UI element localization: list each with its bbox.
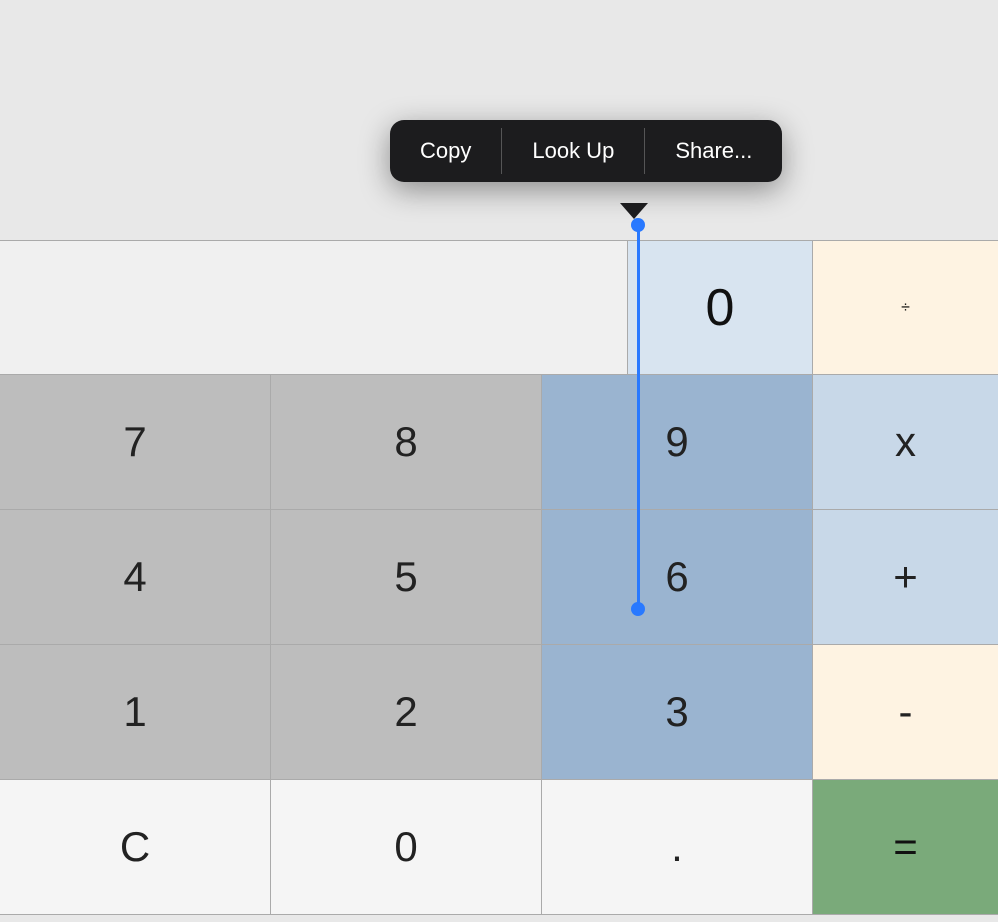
selection-handle-top[interactable]: [631, 218, 645, 232]
button-1[interactable]: 1: [0, 645, 271, 779]
display-zero-cell: 0: [628, 241, 813, 374]
row-123: 1 2 3 -: [0, 645, 998, 780]
button-5[interactable]: 5: [271, 510, 542, 644]
display-row: 0 ÷: [0, 240, 998, 375]
button-add[interactable]: +: [813, 510, 998, 644]
button-multiply[interactable]: x: [813, 375, 998, 509]
display-value: 0: [706, 278, 735, 338]
context-menu-lookup[interactable]: Look Up: [502, 120, 644, 182]
divide-operator: ÷: [901, 299, 910, 317]
button-equals[interactable]: =: [813, 780, 998, 914]
selection-line: [637, 220, 640, 610]
button-dot[interactable]: .: [542, 780, 813, 914]
calculator: 0 ÷ 7 8 9 x 4 5 6 + 1 2 3 - C 0 . =: [0, 240, 998, 922]
button-subtract[interactable]: -: [813, 645, 998, 779]
button-2[interactable]: 2: [271, 645, 542, 779]
context-menu: Copy Look Up Share...: [390, 120, 782, 182]
context-menu-copy[interactable]: Copy: [390, 120, 501, 182]
button-4[interactable]: 4: [0, 510, 271, 644]
display-divider-cell[interactable]: ÷: [813, 241, 998, 374]
selection-handle-bottom[interactable]: [631, 602, 645, 616]
row-456: 4 5 6 +: [0, 510, 998, 645]
button-7[interactable]: 7: [0, 375, 271, 509]
button-0[interactable]: 0: [271, 780, 542, 914]
row-bottom: C 0 . =: [0, 780, 998, 915]
button-6[interactable]: 6: [542, 510, 813, 644]
context-menu-share[interactable]: Share...: [645, 120, 782, 182]
button-8[interactable]: 8: [271, 375, 542, 509]
row-789: 7 8 9 x: [0, 375, 998, 510]
context-menu-arrow: [620, 203, 648, 219]
button-3[interactable]: 3: [542, 645, 813, 779]
button-clear[interactable]: C: [0, 780, 271, 914]
button-9[interactable]: 9: [542, 375, 813, 509]
display-empty: [0, 241, 628, 374]
